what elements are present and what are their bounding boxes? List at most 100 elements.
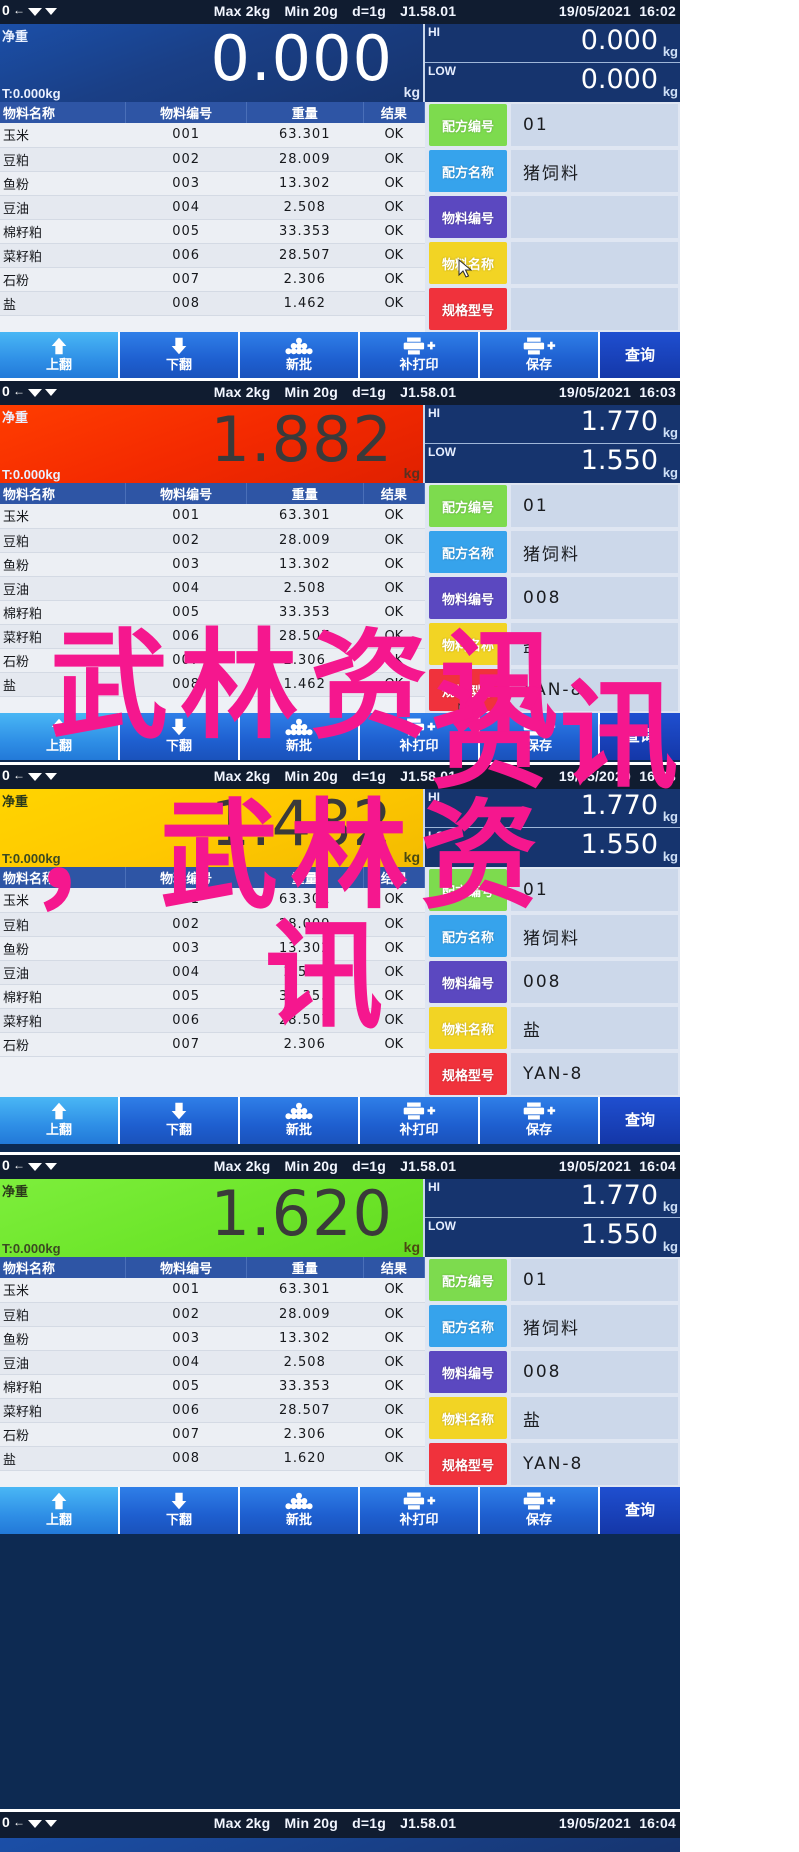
query-button[interactable]: 查询 [600,1097,680,1144]
table-row[interactable]: 棉籽粕 005 33.353 OK [0,219,425,244]
formula-no-value[interactable]: 01 [511,485,678,527]
formula-no-value[interactable]: 01 [511,104,678,146]
cell-no: 005 [125,984,247,1009]
material-name-value[interactable]: 盐 [511,1397,678,1439]
table-row[interactable]: 盐 008 1.462 OK [0,291,425,316]
new-batch-button[interactable]: 新批 [240,332,360,378]
spec-model-value[interactable]: YAN-8 [511,1053,678,1095]
field-formula-no[interactable]: 配方编号 01 [425,102,680,148]
field-material-no[interactable]: 物料编号 008 [425,959,680,1005]
formula-name-value[interactable]: 猪饲料 [511,150,678,192]
field-spec-model[interactable]: 规格型号 YAN-8 [425,1441,680,1487]
query-button[interactable]: 查询 [600,713,680,760]
reprint-button[interactable]: 补打印 [360,1097,480,1144]
formula-name-value[interactable]: 猪饲料 [511,1305,678,1347]
field-formula-no[interactable]: 配方编号 01 [425,1257,680,1303]
field-material-no[interactable]: 物料编号 [425,194,680,240]
query-button[interactable]: 查询 [600,332,680,378]
field-spec-model[interactable]: 规格型号 YAN-8 [425,1051,680,1097]
page-up-button[interactable]: 上翻 [0,1487,120,1534]
field-material-name[interactable]: 物料名称 盐 [425,1005,680,1051]
formula-name-value[interactable]: 猪饲料 [511,915,678,957]
field-formula-no[interactable]: 配方编号 01 [425,867,680,913]
table-row[interactable]: 豆粕 002 28.009 OK [0,528,425,553]
material-name-value[interactable]: 盐 [511,1007,678,1049]
formula-no-value[interactable]: 01 [511,869,678,911]
page-up-button[interactable]: 上翻 [0,713,120,760]
table-row[interactable]: 石粉 007 2.306 OK [0,1032,425,1057]
page-down-button[interactable]: 下翻 [120,332,240,378]
page-down-button[interactable]: 下翻 [120,1487,240,1534]
material-no-value[interactable] [511,196,678,238]
page-up-button[interactable]: 上翻 [0,1097,120,1144]
spec-model-value[interactable]: YAN-8 [511,669,678,711]
table-row[interactable]: 玉米 001 63.301 OK [0,504,425,529]
field-material-name[interactable]: 物料名称 盐 [425,1395,680,1441]
formula-no-value[interactable]: 01 [511,1259,678,1301]
table-row[interactable]: 棉籽粕 005 33.353 OK [0,984,425,1009]
table-row[interactable]: 豆粕 002 28.009 OK [0,912,425,937]
formula-name-value[interactable]: 猪饲料 [511,531,678,573]
table-row[interactable]: 菜籽粕 006 28.507 OK [0,1008,425,1033]
material-no-value[interactable]: 008 [511,1351,678,1393]
table-row[interactable]: 棉籽粕 005 33.353 OK [0,1374,425,1399]
reprint-button[interactable]: 补打印 [360,1487,480,1534]
save-button[interactable]: 保存 [480,1097,600,1144]
table-row[interactable]: 豆粕 002 28.009 OK [0,147,425,172]
field-material-name[interactable]: 物料名称 [425,240,680,286]
table-row[interactable]: 菜籽粕 006 28.507 OK [0,624,425,649]
page-down-button[interactable]: 下翻 [120,1097,240,1144]
table-row[interactable]: 豆粕 002 28.009 OK [0,1302,425,1327]
field-material-name[interactable]: 物料名称 盐 [425,621,680,667]
field-material-no[interactable]: 物料编号 008 [425,1349,680,1395]
new-batch-button[interactable]: 新批 [240,1487,360,1534]
spec-model-value[interactable] [511,288,678,330]
table-row[interactable]: 玉米 001 63.301 OK [0,888,425,913]
cell-name: 玉米 [0,123,126,148]
new-batch-button[interactable]: 新批 [240,1097,360,1144]
hi-label: HI [428,406,440,420]
field-formula-no[interactable]: 配方编号 01 [425,483,680,529]
table-row[interactable]: 石粉 007 2.306 OK [0,1422,425,1447]
table-row[interactable]: 菜籽粕 006 28.507 OK [0,1398,425,1423]
table-row[interactable]: 菜籽粕 006 28.507 OK [0,243,425,268]
material-name-value[interactable] [511,242,678,284]
table-row[interactable]: 石粉 007 2.306 OK [0,648,425,673]
table-row[interactable]: 棉籽粕 005 33.353 OK [0,600,425,625]
save-button[interactable]: 保存 [480,332,600,378]
table-row[interactable]: 鱼粉 003 13.302 OK [0,552,425,577]
weight-unit: kg [403,465,420,481]
table-row[interactable]: 鱼粉 003 13.302 OK [0,936,425,961]
new-batch-button[interactable]: 新批 [240,713,360,760]
table-row[interactable]: 盐 008 1.462 OK [0,672,425,697]
table-row[interactable]: 鱼粉 003 13.302 OK [0,1326,425,1351]
material-no-value[interactable]: 008 [511,577,678,619]
table-row[interactable]: 玉米 001 63.301 OK [0,123,425,148]
save-button[interactable]: 保存 [480,1487,600,1534]
table-row[interactable]: 玉米 001 63.301 OK [0,1278,425,1303]
table-row[interactable]: 豆油 004 2.508 OK [0,576,425,601]
spec-model-value[interactable]: YAN-8 [511,1443,678,1485]
material-no-value[interactable]: 008 [511,961,678,1003]
hi-low-panel: HI 1.770 kg LOW 1.550 kg [425,405,680,483]
field-spec-model[interactable]: 规格型号 [425,286,680,332]
query-button[interactable]: 查询 [600,1487,680,1534]
field-formula-name[interactable]: 配方名称 猪饲料 [425,529,680,575]
table-row[interactable]: 豆油 004 2.508 OK [0,960,425,985]
field-formula-name[interactable]: 配方名称 猪饲料 [425,913,680,959]
page-down-button[interactable]: 下翻 [120,713,240,760]
field-material-no[interactable]: 物料编号 008 [425,575,680,621]
table-row[interactable]: 石粉 007 2.306 OK [0,267,425,292]
reprint-button[interactable]: 补打印 [360,332,480,378]
table-row[interactable]: 豆油 004 2.508 OK [0,195,425,220]
field-spec-model[interactable]: 规格型号 YAN-8 [425,667,680,713]
reprint-button[interactable]: 补打印 [360,713,480,760]
table-row[interactable]: 豆油 004 2.508 OK [0,1350,425,1375]
page-up-button[interactable]: 上翻 [0,332,120,378]
material-name-value[interactable]: 盐 [511,623,678,665]
field-formula-name[interactable]: 配方名称 猪饲料 [425,148,680,194]
save-button[interactable]: 保存 [480,713,600,760]
field-formula-name[interactable]: 配方名称 猪饲料 [425,1303,680,1349]
table-row[interactable]: 盐 008 1.620 OK [0,1446,425,1471]
table-row[interactable]: 鱼粉 003 13.302 OK [0,171,425,196]
